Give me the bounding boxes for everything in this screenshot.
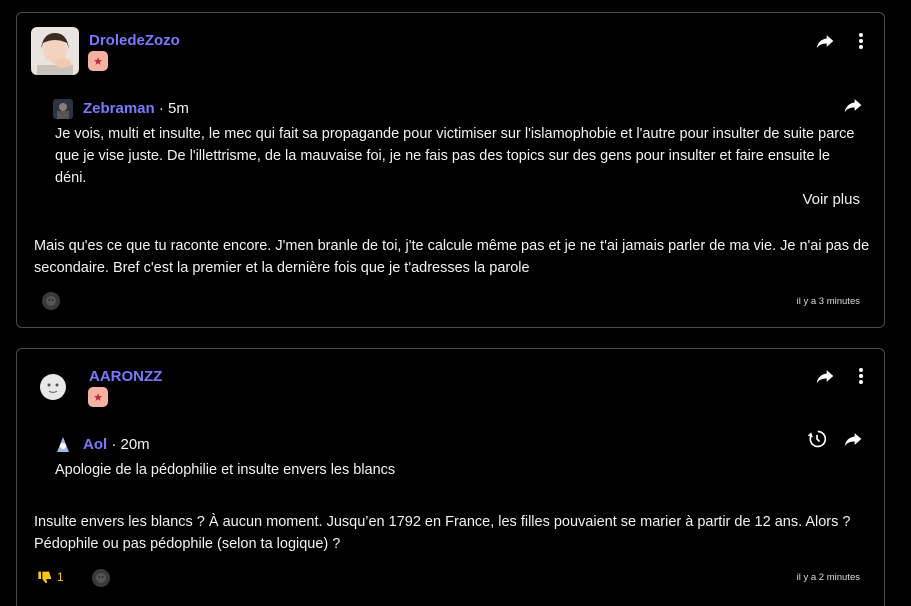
- quote-author[interactable]: Zebraman: [83, 100, 155, 117]
- reaction-icon[interactable]: [42, 292, 60, 310]
- quote-share-icon[interactable]: [841, 93, 865, 117]
- history-icon[interactable]: [805, 427, 829, 451]
- share-icon[interactable]: [813, 29, 837, 53]
- quote-share-icon[interactable]: [841, 427, 865, 451]
- quote-header: Aol · 20m: [83, 436, 150, 453]
- see-more-link[interactable]: Voir plus: [802, 191, 860, 208]
- post-text: Mais qu'es ce que tu raconte encore. J'm…: [34, 238, 870, 276]
- post-card: DroledeZozo ★ Zebraman · 5m Je vois, mul…: [16, 12, 885, 328]
- star-badge-icon: ★: [88, 387, 108, 407]
- more-options-icon[interactable]: [849, 364, 873, 388]
- quote-avatar[interactable]: [53, 435, 73, 455]
- dislike-count: 1: [57, 570, 64, 584]
- quoted-message: Zebraman · 5m Je vois, multi et insulte,…: [53, 99, 873, 209]
- post-timestamp: il y a 3 minutes: [796, 296, 860, 307]
- post-author[interactable]: AARONZZ: [89, 368, 162, 385]
- quote-time: · 20m: [107, 436, 150, 453]
- share-icon[interactable]: [813, 364, 837, 388]
- dislike-button[interactable]: 1: [37, 569, 64, 585]
- quote-time: · 5m: [154, 100, 189, 117]
- reaction-icon[interactable]: [92, 569, 110, 587]
- quote-header: Zebraman · 5m: [83, 100, 189, 117]
- thumbs-down-icon: [38, 571, 51, 584]
- quote-text: Apologie de la pédophilie et insulte env…: [55, 462, 396, 478]
- star-badge-icon: ★: [88, 51, 108, 71]
- quoted-message: Aol · 20m Apologie de la pédophilie et i…: [53, 435, 873, 485]
- quote-avatar[interactable]: [53, 99, 73, 119]
- post-author[interactable]: DroledeZozo: [89, 32, 180, 49]
- post-card: AARONZZ ★ Aol · 20m Apologie de la pédop…: [16, 348, 885, 606]
- post-timestamp: il y a 2 minutes: [796, 572, 860, 583]
- avatar[interactable]: [31, 27, 79, 75]
- more-options-icon[interactable]: [849, 29, 873, 53]
- avatar[interactable]: [31, 363, 79, 411]
- post-text: Insulte envers les blancs ? À aucun mome…: [34, 514, 851, 552]
- quote-author[interactable]: Aol: [83, 436, 107, 453]
- quote-text: Je vois, multi et insulte, le mec qui fa…: [55, 126, 855, 186]
